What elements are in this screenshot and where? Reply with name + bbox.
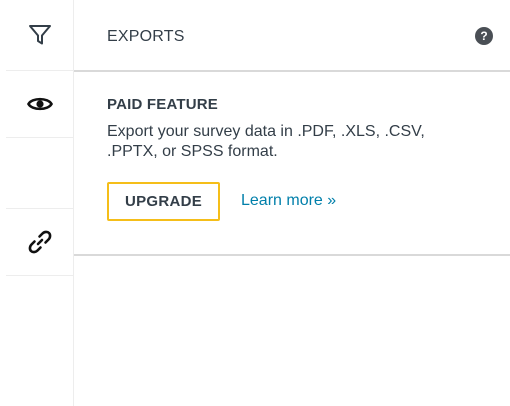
rail-item-eye[interactable] bbox=[6, 70, 73, 138]
learn-more-link[interactable]: Learn more » bbox=[241, 192, 336, 210]
rail-item-filter[interactable] bbox=[6, 0, 73, 70]
link-icon bbox=[28, 230, 51, 254]
rail-item-link[interactable] bbox=[6, 208, 73, 276]
help-icon[interactable]: ? bbox=[475, 27, 493, 45]
eye-icon bbox=[26, 97, 53, 111]
feature-description: Export your survey data in .PDF, .XLS, .… bbox=[107, 123, 425, 160]
panel-header: EXPORTS ? bbox=[74, 0, 510, 72]
filter-icon bbox=[28, 25, 51, 45]
panel-title: EXPORTS bbox=[107, 28, 185, 45]
exports-panel: EXPORTS ? PAID FEATURE Export your surve… bbox=[0, 0, 510, 406]
feature-title: PAID FEATURE bbox=[107, 96, 219, 113]
upgrade-button[interactable]: UPGRADE bbox=[107, 182, 220, 221]
paid-feature-section: PAID FEATURE Export your survey data in … bbox=[74, 72, 510, 256]
sidebar-rail bbox=[0, 0, 74, 406]
